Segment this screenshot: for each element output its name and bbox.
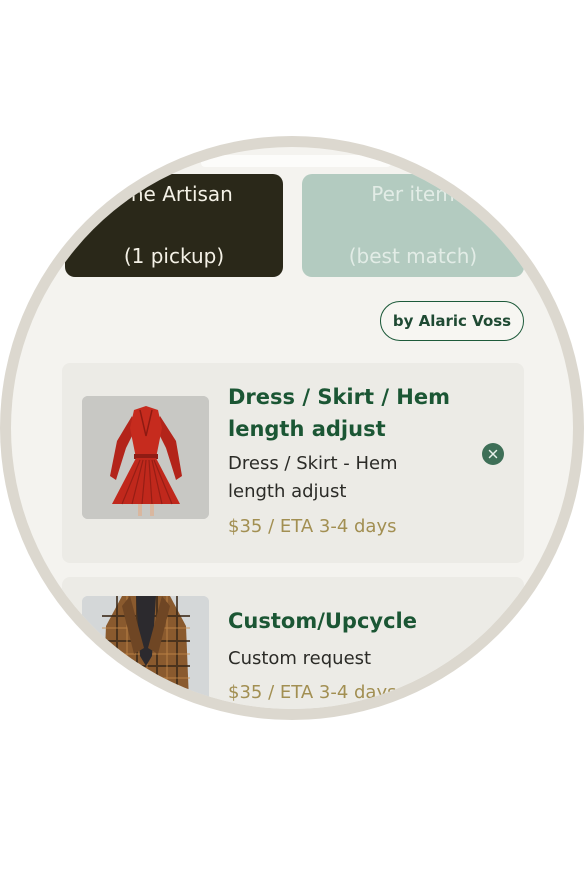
artisan-filter-label: by Alaric Voss [392,312,512,330]
segment-per-item-sublabel: (best match) [348,244,478,268]
item-price: $35 / ETA 3-4 days [228,516,397,537]
service-item-card: Dress / Skirt / Hem length adjust Dress … [62,363,524,563]
magnifier-lens: One Artisan (1 pickup) Per item (best ma… [0,136,584,720]
red-dress-image [82,396,209,519]
close-icon [488,449,498,459]
item-title: Custom/Upcycle [228,609,417,633]
item-description: Custom request [228,648,372,669]
remove-item-button[interactable] [482,443,504,465]
magnified-view: One Artisan (1 pickup) Per item (best ma… [11,147,573,709]
page: One Artisan (1 pickup) Per item (best ma… [0,0,585,872]
segment-one-artisan[interactable]: One Artisan (1 pickup) [65,174,283,277]
segment-one-artisan-sublabel: (1 pickup) [123,244,225,268]
plaid-blazer-image [82,596,209,709]
segment-one-artisan-label: One Artisan [115,182,233,206]
segment-per-item-label: Per item [371,182,455,206]
item-description: Dress / Skirt - Hem length adjust [228,453,398,502]
artisan-filter-pill[interactable]: by Alaric Voss [380,301,524,341]
service-item-card: Custom/Upcycle Custom request $35 / ETA … [62,577,524,709]
item-title: Dress / Skirt / Hem length adjust [228,385,450,441]
item-price: $35 / ETA 3-4 days [228,682,397,703]
segment-per-item[interactable]: Per item (best match) [302,174,524,277]
